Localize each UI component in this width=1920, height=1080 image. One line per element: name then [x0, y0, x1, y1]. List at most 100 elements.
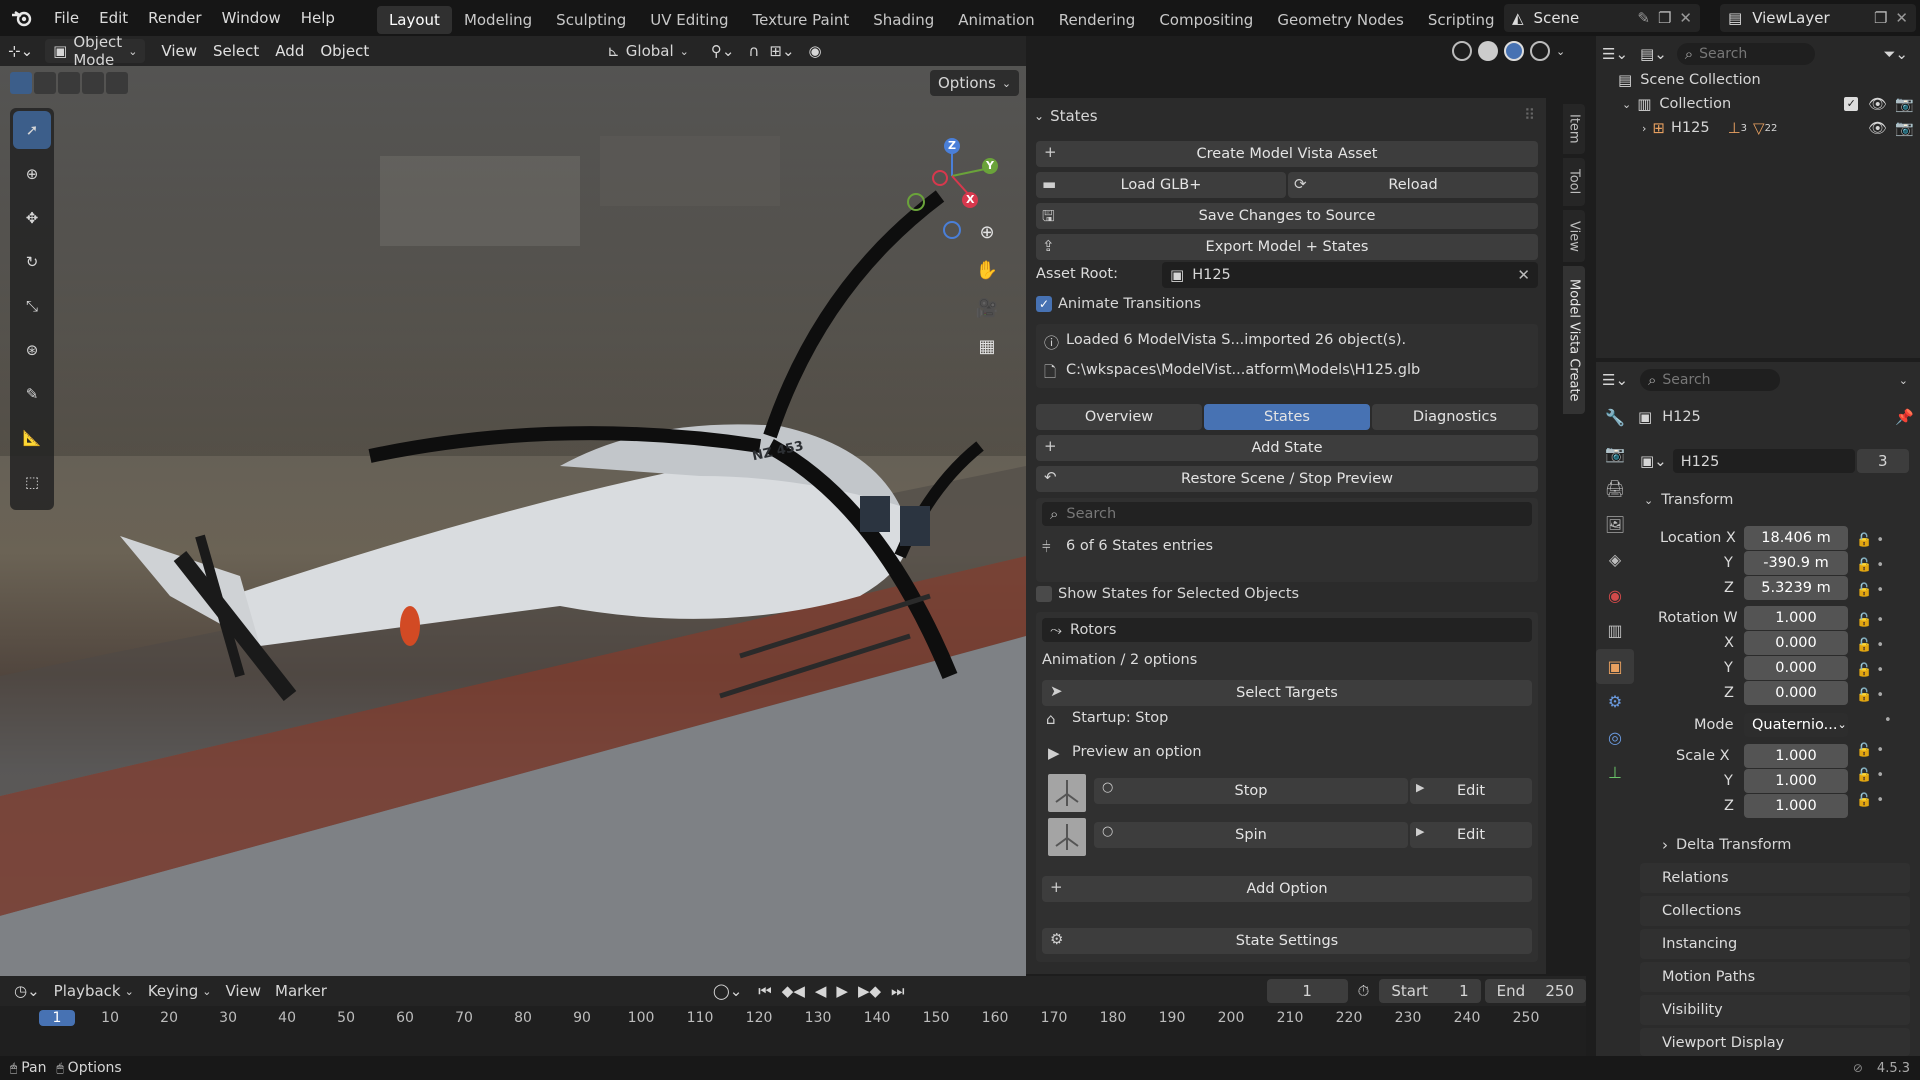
save-changes-button[interactable]: 🖫 Save Changes to Source — [1036, 203, 1538, 229]
outliner-editor-icon[interactable]: ☰⌄ — [1602, 45, 1628, 63]
pin-icon[interactable]: ✎ — [1637, 9, 1650, 27]
workspace-tab-modeling[interactable]: Modeling — [452, 6, 544, 34]
side-tab-model-vista-create[interactable]: Model Vista Create — [1563, 266, 1585, 414]
select-subtract-icon[interactable] — [58, 72, 80, 94]
object-mode-dropdown[interactable]: ▣ Object Mode ⌄ — [45, 36, 146, 69]
drag-handle-icon[interactable]: ⠿ — [1524, 106, 1535, 124]
collections-section[interactable]: Collections — [1640, 896, 1910, 926]
tab-states[interactable]: States — [1204, 404, 1370, 430]
users-count[interactable]: 3 — [1856, 449, 1909, 473]
new-view-layer-icon[interactable]: ❐ — [1874, 9, 1887, 27]
location-x-field[interactable]: 18.406 m — [1744, 526, 1848, 550]
cursor-tool-icon[interactable]: ⊕ — [13, 155, 51, 193]
rotation-x-field[interactable]: 0.000 — [1744, 631, 1848, 655]
scale-y-field[interactable]: 1.000 — [1744, 769, 1848, 793]
lock-icon[interactable]: 🔓 • — [1856, 528, 1892, 553]
lock-icon[interactable]: 🔓 • — [1856, 763, 1892, 788]
state-group-name-field[interactable]: ⤳ Rotors — [1042, 618, 1532, 642]
modifier-properties-icon[interactable]: ⚙ — [1596, 684, 1634, 720]
lock-icon[interactable]: 🔓 • — [1856, 788, 1892, 813]
states-panel-header[interactable]: ⌄ States — [1034, 104, 1098, 128]
render-properties-icon[interactable]: 📷 — [1596, 436, 1634, 472]
new-scene-icon[interactable]: ❐ — [1658, 9, 1671, 27]
motion-paths-section[interactable]: Motion Paths — [1640, 962, 1910, 992]
transform-panel-header[interactable]: ⌄ Transform — [1644, 492, 1733, 508]
object-data-properties-icon[interactable]: ⊥ — [1596, 755, 1634, 791]
3d-viewport[interactable]: NZ 453 ⊹⌄ ▣ Object Mode ⌄ View Select Ad… — [0, 36, 1026, 976]
select-invert-icon[interactable] — [82, 72, 104, 94]
lock-icon[interactable]: 🔓 • — [1856, 738, 1892, 763]
viewport-options-button[interactable]: Options ⌄ — [930, 70, 1020, 96]
scene-collection-row[interactable]: ▤ Scene Collection — [1618, 68, 1761, 92]
snap-target-icon[interactable]: ⊞⌄ — [769, 42, 794, 60]
scale-tool-icon[interactable]: ⤡ — [13, 287, 51, 325]
play-icon[interactable]: ▶ — [836, 982, 848, 1000]
workspace-tab-rendering[interactable]: Rendering — [1047, 6, 1148, 34]
outliner-search-input[interactable]: ⌕ Search — [1676, 43, 1815, 65]
collection-row[interactable]: ⌄ ▥ Collection ✓ 👁 📷 — [1622, 92, 1914, 116]
rotation-y-field[interactable]: 0.000 — [1744, 656, 1848, 680]
viewport-menu-view[interactable]: View — [153, 36, 205, 66]
jump-keyframe-back-icon[interactable]: ◆◀ — [782, 982, 805, 1000]
show-selected-checkbox[interactable]: Show States for Selected Objects — [1036, 586, 1299, 602]
timeline-menu-playback[interactable]: Playback — [54, 982, 121, 1000]
create-model-vista-asset-button[interactable]: + Create Model Vista Asset — [1036, 141, 1538, 167]
lock-icon[interactable]: 🔓 • — [1856, 553, 1892, 578]
instancing-section[interactable]: Instancing — [1640, 929, 1910, 959]
select-intersect-icon[interactable] — [106, 72, 128, 94]
annotate-tool-icon[interactable]: ✎ — [13, 375, 51, 413]
load-glb-button[interactable]: ▬ Load GLB+ — [1036, 172, 1286, 198]
viewport-menu-object[interactable]: Object — [312, 36, 377, 66]
side-tab-view[interactable]: View — [1563, 210, 1585, 262]
tab-overview[interactable]: Overview — [1036, 404, 1202, 430]
workspace-tab-animation[interactable]: Animation — [946, 6, 1046, 34]
restore-scene-button[interactable]: ↶ Restore Scene / Stop Preview — [1036, 466, 1538, 492]
delta-transform-header[interactable]: › Delta Transform — [1662, 836, 1791, 854]
perspective-grid-icon[interactable]: ▦ — [972, 328, 1002, 366]
rotation-mode-dropdown[interactable]: Quaternio... ⌄ — [1744, 713, 1848, 737]
collection-properties-icon[interactable]: ▥ — [1596, 613, 1634, 649]
timeline-editor-icon[interactable]: ◷⌄ — [14, 982, 40, 1000]
side-tab-tool[interactable]: Tool — [1563, 158, 1585, 206]
transform-tool-icon[interactable]: ⊛ — [13, 331, 51, 369]
editor-type-icon[interactable]: ⊹⌄ — [0, 36, 41, 66]
side-tab-item[interactable]: Item — [1563, 104, 1585, 154]
scene-properties-icon[interactable]: ◈ — [1596, 542, 1634, 578]
menu-render[interactable]: Render — [138, 0, 211, 36]
workspace-tab-geometry-nodes[interactable]: Geometry Nodes — [1265, 6, 1416, 34]
state-settings-button[interactable]: ⚙ State Settings — [1042, 928, 1532, 954]
animate-transitions-checkbox[interactable]: ✓ Animate Transitions — [1036, 296, 1201, 312]
keyframe-dot-icon[interactable]: • — [1856, 708, 1892, 733]
current-frame-marker[interactable]: 1 — [39, 1010, 75, 1026]
option-spin-button[interactable]: ○ Spin — [1094, 822, 1408, 848]
eye-icon[interactable]: 👁 — [1868, 95, 1887, 113]
viewport-display-section[interactable]: Viewport Display — [1640, 1028, 1910, 1056]
chevron-down-icon[interactable]: ⌄ — [1899, 374, 1908, 387]
relations-section[interactable]: Relations — [1640, 863, 1910, 893]
world-properties-icon[interactable]: ◉ — [1596, 578, 1634, 614]
scene-name[interactable]: Scene — [1534, 9, 1580, 27]
workspace-tab-uv-editing[interactable]: UV Editing — [638, 6, 740, 34]
delete-view-layer-icon[interactable]: ✕ — [1895, 9, 1908, 27]
select-extend-icon[interactable] — [34, 72, 56, 94]
select-new-icon[interactable] — [10, 72, 32, 94]
object-data-selector[interactable]: ▣⌄ H125 3 — [1636, 448, 1912, 474]
end-frame-field[interactable]: End 250 — [1484, 979, 1586, 1003]
timeline-menu-keying[interactable]: Keying — [148, 982, 198, 1000]
jump-start-icon[interactable]: ⏮ — [758, 982, 772, 1000]
orientation-dropdown[interactable]: ⊾ Global ⌄ — [607, 42, 689, 60]
workspace-tab-texture-paint[interactable]: Texture Paint — [740, 6, 861, 34]
add-cube-tool-icon[interactable]: ⬚ — [13, 463, 51, 501]
object-properties-icon[interactable]: ▣ — [1596, 648, 1634, 684]
workspace-tab-compositing[interactable]: Compositing — [1147, 6, 1265, 34]
menu-edit[interactable]: Edit — [89, 0, 138, 36]
camera-view-icon[interactable]: 🎥 — [972, 290, 1002, 328]
camera-icon[interactable]: 📷 — [1895, 95, 1914, 113]
menu-window[interactable]: Window — [212, 0, 291, 36]
current-frame-field[interactable]: 1 — [1266, 979, 1348, 1003]
lock-icon[interactable]: 🔓 • — [1856, 633, 1892, 658]
timeline-menu-marker[interactable]: Marker — [275, 982, 327, 1000]
reload-button[interactable]: ⟳ Reload — [1288, 172, 1538, 198]
view-layer-name[interactable]: ViewLayer — [1752, 9, 1829, 27]
material-shading-icon[interactable] — [1504, 41, 1524, 61]
